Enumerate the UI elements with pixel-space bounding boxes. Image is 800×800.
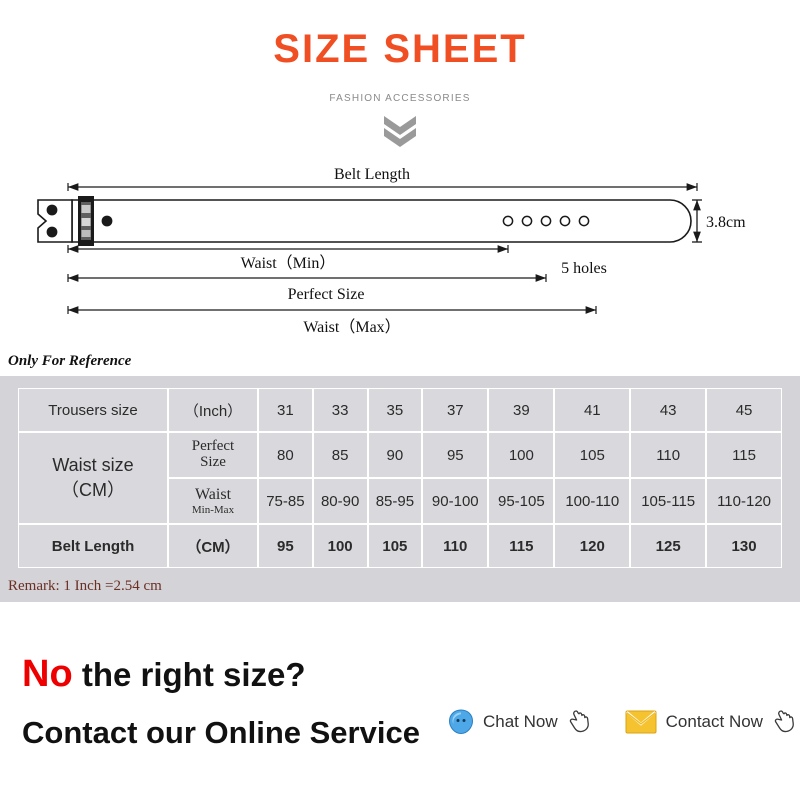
waist-min-label: Waist（Min） [241,254,336,272]
holes-label: 5 holes [561,260,607,277]
envelope-icon[interactable] [625,709,657,735]
cell-trousers-1: 33 [312,388,368,432]
no-rest: the right size? [72,656,306,693]
belt-diagram: Belt Length 3.8cm Waist（Min） Perfect Siz… [0,150,800,350]
row-unit-cm: （CM） [168,524,258,568]
cell-perfect-3: 95 [422,432,489,478]
cell-belt-5: 120 [554,524,631,568]
cell-trousers-4: 39 [488,388,555,432]
cell-trousers-6: 43 [630,388,707,432]
cell-minmax-5: 100-110 [554,478,631,524]
page-subtitle: FASHION ACCESSORIES [329,93,471,104]
cell-minmax-0: 75-85 [258,478,313,524]
row-unit-perfect-size: Perfect Size [168,432,258,478]
perfect-size-label: Perfect Size [288,286,365,303]
cell-belt-1: 100 [312,524,368,568]
cell-trousers-3: 37 [422,388,489,432]
contact-heading: Contact our Online Service [22,715,420,750]
no-word: No [22,653,73,695]
table-row: Waist size （CM） Perfect Size 80 85 90 95… [18,432,782,524]
double-chevron-down-icon [384,116,416,147]
row-label-belt-length: Belt Length [18,524,168,568]
cell-minmax-7: 110-120 [706,478,782,524]
cell-belt-4: 115 [488,524,555,568]
belt-length-label: Belt Length [334,166,410,183]
cell-perfect-2: 90 [367,432,423,478]
contact-now-label[interactable]: Contact Now [666,712,763,732]
cell-trousers-7: 45 [706,388,782,432]
header: SIZE SHEET FASHION ACCESSORIES [0,0,800,150]
page-title: SIZE SHEET [273,27,527,71]
row-label-trousers-size: Trousers size [18,388,168,432]
cell-perfect-1: 85 [312,432,368,478]
cell-perfect-7: 115 [706,432,782,478]
cell-perfect-6: 110 [630,432,707,478]
size-sheet-page: SIZE SHEET FASHION ACCESSORIES Belt Leng… [0,0,800,800]
cta-row: Chat Now Contact Now [448,708,798,735]
belt-shape [37,196,692,246]
cell-trousers-2: 35 [367,388,423,432]
cell-belt-0: 95 [258,524,313,568]
cell-perfect-0: 80 [258,432,313,478]
only-for-reference-note: Only For Reference [8,353,132,369]
no-right-size-heading: No the right size? [22,653,306,696]
hand-pointer-icon [569,710,589,733]
row-label-waist-size: Waist size （CM） [18,432,168,524]
table-row: Trousers size （Inch） 31 33 35 37 39 41 4… [18,388,782,432]
cell-minmax-6: 105-115 [630,478,707,524]
waist-max-label: Waist（Max） [303,318,400,336]
chat-now-label[interactable]: Chat Now [483,712,558,732]
table-row: Belt Length （CM） 95 100 105 110 115 120 … [18,524,782,568]
cell-trousers-0: 31 [258,388,313,432]
cell-minmax-2: 85-95 [367,478,423,524]
size-table: Trousers size （Inch） 31 33 35 37 39 41 4… [18,388,782,568]
size-table-panel: Trousers size （Inch） 31 33 35 37 39 41 4… [0,376,800,602]
cell-belt-2: 105 [367,524,423,568]
cell-belt-3: 110 [422,524,489,568]
belt-width-dimension: 3.8cm [692,199,746,243]
footer: No the right size? Contact our Online Se… [0,610,800,800]
cell-minmax-3: 90-100 [422,478,489,524]
chat-bubble-icon[interactable] [448,708,474,735]
belt-width-label: 3.8cm [706,214,746,231]
cell-belt-6: 125 [630,524,707,568]
row-unit-inch: （Inch） [168,388,258,432]
row-unit-waist-minmax: Waist Min-Max [168,478,258,524]
cell-minmax-1: 80-90 [312,478,368,524]
cell-perfect-5: 105 [554,432,631,478]
hand-pointer-icon [774,710,794,733]
cell-belt-7: 130 [706,524,782,568]
cell-perfect-4: 100 [488,432,555,478]
cell-minmax-4: 95-105 [488,478,555,524]
cell-trousers-5: 41 [554,388,631,432]
remark-note: Remark: 1 Inch =2.54 cm [8,578,162,594]
